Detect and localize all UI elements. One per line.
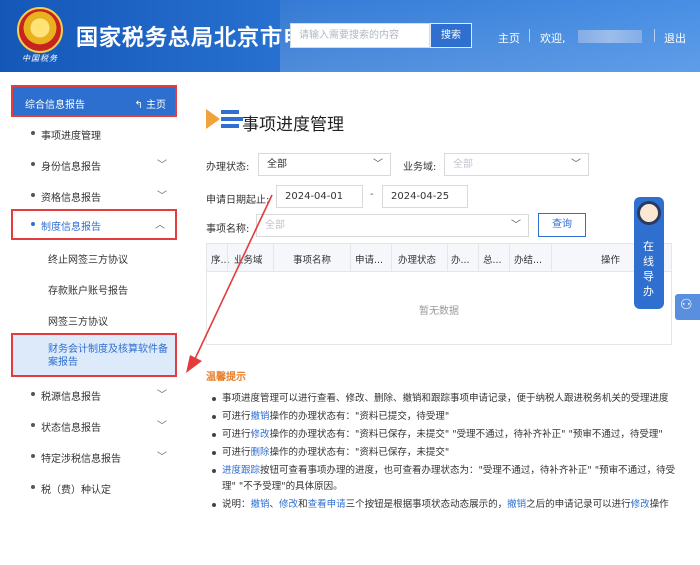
tax-emblem-icon: ★ <box>17 7 63 53</box>
chevron-down-icon: ﹀ <box>157 191 167 202</box>
status-select-value: 全部 <box>267 159 287 170</box>
logout-link[interactable]: 退出 <box>664 30 686 46</box>
item-name-select[interactable]: 全部 ﹀ <box>256 214 529 237</box>
revoke-link[interactable]: 撤销 <box>251 499 270 510</box>
tips-list: 事项进度管理可以进行查看、修改、删除、撤销和跟踪事项申请记录，便于纳税人跟进税务… <box>212 391 682 515</box>
tip-item: 可进行删除操作的办理状态有："资料已保存，未提交" <box>212 445 682 461</box>
online-guide-button[interactable]: 在线导办 <box>634 197 664 309</box>
annotation-arrow-icon <box>186 194 273 373</box>
search-input[interactable]: 请输入需要搜索的内容 <box>290 23 430 48</box>
delete-link[interactable]: 删除 <box>251 447 270 458</box>
view-application-link[interactable]: 查看申请 <box>308 499 346 510</box>
sidebar-item-identity[interactable]: 身份信息报告 ﹀ <box>11 149 177 180</box>
sidebar-item-label: 网签三方协议 <box>48 317 108 328</box>
divider <box>529 29 530 42</box>
tip-item: 说明：撤销、修改和查看申请三个按钮是根据事项状态动态展示的，撤销之后的申请记录可… <box>212 497 682 513</box>
sidebar-subitem-deposit[interactable]: 存款账户账号报告 <box>11 273 177 304</box>
column-header: 总... <box>483 255 502 266</box>
chevron-down-icon: ﹀ <box>157 390 167 401</box>
site-title: 国家税务总局北京市电 <box>76 26 294 51</box>
chevron-down-icon: ﹀ <box>511 220 521 231</box>
masked-username <box>578 30 642 43</box>
sidebar-subitem-accounting[interactable]: 财务会计制度及核算软件备案报告 <box>11 333 177 377</box>
date-from-input[interactable]: 2024-04-01 <box>276 185 363 208</box>
sidebar-item-label: 存款账户账号报告 <box>48 286 128 297</box>
column-header: 办结... <box>514 255 543 266</box>
bullet-icon <box>31 485 35 489</box>
query-button[interactable]: 查询 <box>538 213 586 237</box>
modify-link[interactable]: 修改 <box>631 499 650 510</box>
column-header: 事项名称 <box>293 255 332 266</box>
domain-select[interactable]: 全部 ﹀ <box>444 153 589 176</box>
modify-link[interactable]: 修改 <box>251 429 270 440</box>
chevron-up-icon: ︿ <box>155 220 165 231</box>
tip-item: 进度跟踪按钮可查看事项办理的进度，也可查看办理状态为："受理不通过，待补齐补正"… <box>212 463 682 495</box>
sidebar-item-qualification[interactable]: 资格信息报告 ﹀ <box>11 180 177 211</box>
sidebar-item-label: 特定涉税信息报告 <box>41 454 121 465</box>
top-header: ★ 中国税务 国家税务总局北京市电 请输入需要搜索的内容 搜索 主页 欢迎, 退… <box>0 0 700 72</box>
sidebar-title: 综合信息报告 <box>25 100 85 111</box>
bullet-icon <box>31 162 35 166</box>
bullet-icon <box>31 222 35 226</box>
revoke-link[interactable]: 撤销 <box>251 411 270 422</box>
status-select[interactable]: 全部 ﹀ <box>258 153 391 176</box>
divider <box>654 29 655 42</box>
bullet-icon <box>31 423 35 427</box>
modify-link[interactable]: 修改 <box>279 499 298 510</box>
welcome-text: 欢迎, <box>540 32 566 45</box>
column-header: 办理状态 <box>398 255 437 266</box>
chevron-down-icon: ﹀ <box>157 160 167 171</box>
sidebar-item-label: 身份信息报告 <box>41 162 101 173</box>
sidebar-item-status[interactable]: 状态信息报告 ﹀ <box>11 410 177 441</box>
sidebar-item-tax-source[interactable]: 税源信息报告 ﹀ <box>11 379 177 410</box>
user-service-icon[interactable]: ⚇ <box>675 294 700 320</box>
sidebar-item-tax-type[interactable]: 税（费）种认定 <box>11 472 177 503</box>
page-title: 事项进度管理 <box>242 115 344 135</box>
sidebar-item-label: 税源信息报告 <box>41 392 101 403</box>
list-icon <box>206 107 244 131</box>
chevron-down-icon: ﹀ <box>157 421 167 432</box>
sidebar-item-progress[interactable]: 事项进度管理 <box>11 118 177 149</box>
chevron-down-icon: ﹀ <box>571 159 581 170</box>
date-separator: - <box>370 189 374 200</box>
sidebar-home-link[interactable]: ↰ 主页 <box>134 96 166 111</box>
date-to-input[interactable]: 2024-04-25 <box>382 185 468 208</box>
column-header: 办... <box>451 255 470 266</box>
sidebar-item-label: 税（费）种认定 <box>41 485 111 496</box>
column-header: 申请... <box>355 255 384 266</box>
domain-label: 业务域: <box>403 162 437 173</box>
sidebar-subitem-terminate[interactable]: 终止网签三方协议 <box>11 242 177 273</box>
tip-item: 可进行修改操作的办理状态有："资料已保存，未提交" "受理不通过，待补齐补正" … <box>212 427 682 443</box>
domain-select-placeholder: 全部 <box>453 159 473 170</box>
sidebar-item-label: 终止网签三方协议 <box>48 255 128 266</box>
home-link[interactable]: 主页 <box>498 30 520 46</box>
column-header: 操作 <box>601 255 621 266</box>
bullet-icon <box>31 131 35 135</box>
tip-item: 事项进度管理可以进行查看、修改、删除、撤销和跟踪事项申请记录，便于纳税人跟进税务… <box>212 391 682 407</box>
track-progress-link[interactable]: 进度跟踪 <box>222 465 260 476</box>
status-label: 办理状态: <box>206 162 250 173</box>
bullet-icon <box>31 454 35 458</box>
search-button[interactable]: 搜索 <box>430 23 472 48</box>
sidebar-item-label: 制度信息报告 <box>41 222 101 233</box>
back-arrow-icon: ↰ <box>134 100 146 111</box>
sidebar-subitem-agreement[interactable]: 网签三方协议 <box>11 304 177 335</box>
online-guide-label: 在线导办 <box>643 240 654 298</box>
sidebar-item-system[interactable]: 制度信息报告 ︿ <box>11 209 177 240</box>
sidebar: 综合信息报告 ↰ 主页 事项进度管理 身份信息报告 ﹀ 资格信息报告 ﹀ 制度信… <box>0 82 182 565</box>
bullet-icon <box>31 392 35 396</box>
sidebar-item-label: 状态信息报告 <box>41 423 101 434</box>
sidebar-item-specific[interactable]: 特定涉税信息报告 ﹀ <box>11 441 177 472</box>
sidebar-item-label: 事项进度管理 <box>41 131 101 142</box>
assistant-avatar-icon <box>637 201 661 225</box>
sidebar-item-label: 财务会计制度及核算软件备案报告 <box>48 344 168 368</box>
revoke-link[interactable]: 撤销 <box>507 499 526 510</box>
chevron-down-icon: ﹀ <box>373 159 383 170</box>
emblem-script: 中国税务 <box>22 54 58 63</box>
tip-item: 可进行撤销操作的办理状态有："资料已提交，待受理" <box>212 409 682 425</box>
sidebar-item-label: 资格信息报告 <box>41 193 101 204</box>
chevron-down-icon: ﹀ <box>157 452 167 463</box>
bullet-icon <box>31 193 35 197</box>
sidebar-header[interactable]: 综合信息报告 ↰ 主页 <box>11 85 177 117</box>
